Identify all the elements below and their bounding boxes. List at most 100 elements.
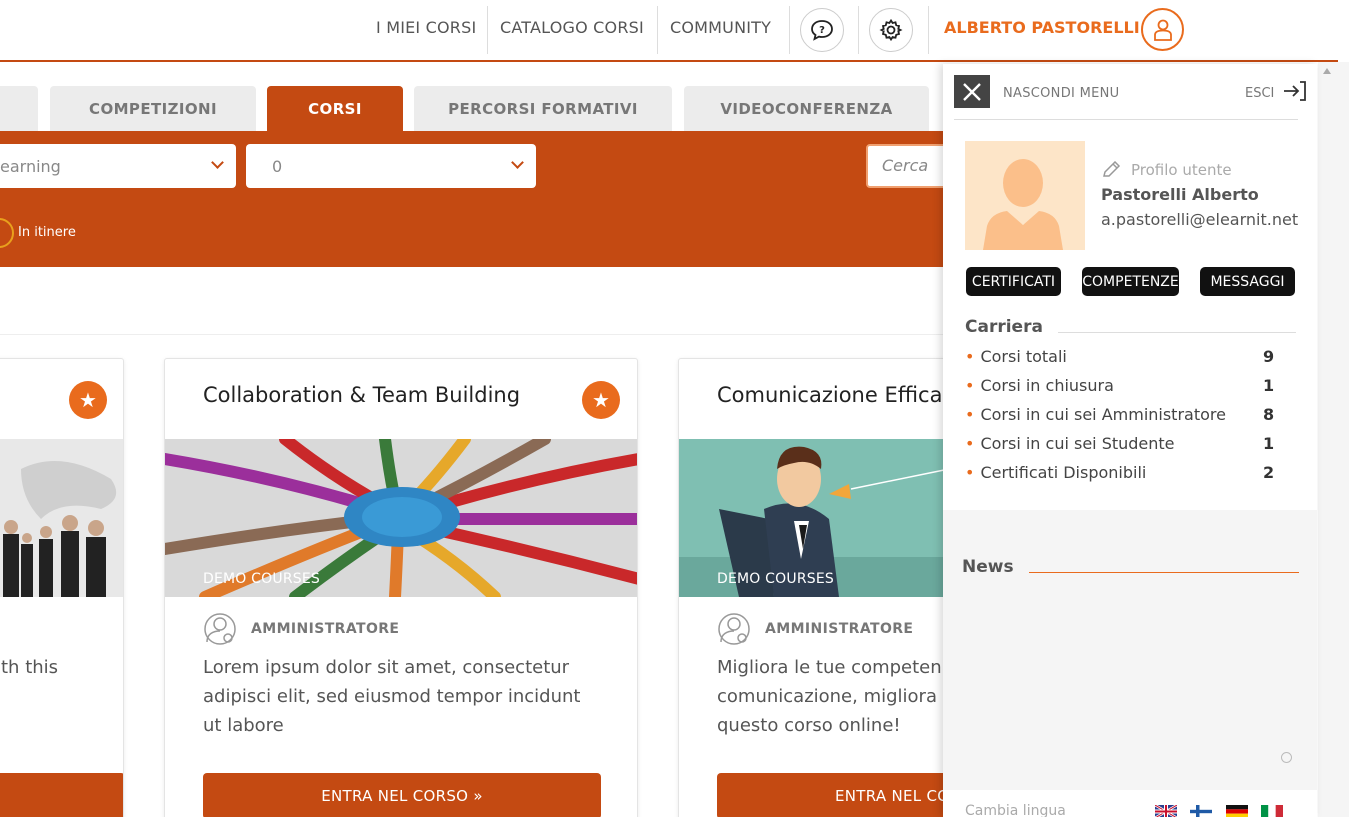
- bullet-icon: •: [965, 376, 975, 395]
- chevron-down-icon: [211, 156, 224, 169]
- nav-divider: [858, 6, 859, 54]
- nav-divider: [789, 6, 790, 54]
- finland-flag-icon[interactable]: [1190, 805, 1212, 817]
- category-select-value: earning: [0, 156, 61, 176]
- enter-course-button[interactable]: [0, 773, 123, 817]
- certificates-button[interactable]: CERTIFICATI: [966, 267, 1061, 296]
- year-select[interactable]: 0: [246, 144, 536, 188]
- divider: [1058, 332, 1296, 333]
- tab-hidden[interactable]: [0, 86, 38, 131]
- course-role: AMMINISTRATORE: [717, 612, 913, 646]
- nav-divider: [487, 6, 488, 54]
- bullet-icon: •: [965, 405, 975, 424]
- course-role-label: AMMINISTRATORE: [251, 621, 400, 637]
- messages-button[interactable]: MESSAGGI: [1200, 267, 1295, 296]
- course-card: ★ th this: [0, 358, 124, 817]
- course-category-caption: DEMO COURSES: [717, 571, 834, 587]
- admin-user-icon: [204, 613, 236, 645]
- hide-menu-link[interactable]: NASCONDI MENU: [1003, 86, 1119, 101]
- stat-value: 9: [1263, 347, 1275, 366]
- tab-courses[interactable]: CORSI: [267, 86, 403, 131]
- logout-link[interactable]: ESCI: [1245, 86, 1274, 101]
- stat-label: Corsi in cui sei Studente: [980, 434, 1175, 453]
- help-bubble-icon: ?: [811, 20, 833, 41]
- year-select-value: 0: [272, 156, 283, 176]
- stat-row: • Corsi totali 9: [965, 347, 1285, 366]
- course-title: Comunicazione Effica: [717, 383, 943, 407]
- stat-label: Corsi totali: [980, 347, 1067, 366]
- user-name-link[interactable]: ALBERTO PASTORELLI: [944, 18, 1140, 37]
- profile-link[interactable]: Profilo utente: [1101, 161, 1232, 179]
- tab-videoconference[interactable]: VIDEOCONFERENZA: [684, 86, 929, 131]
- page-scrollbar[interactable]: [1318, 62, 1349, 817]
- nav-community[interactable]: COMMUNITY: [670, 18, 771, 37]
- bullet-icon: •: [965, 347, 975, 366]
- divider: [1029, 572, 1299, 573]
- stat-value: 8: [1263, 405, 1275, 424]
- germany-flag-icon[interactable]: [1226, 805, 1248, 817]
- course-role-label: AMMINISTRATORE: [765, 621, 914, 637]
- course-image: DEMO COURSES: [165, 439, 637, 597]
- course-category-caption: DEMO COURSES: [203, 571, 320, 587]
- italy-flag-icon[interactable]: [1261, 805, 1283, 817]
- scroll-up-icon[interactable]: [1323, 68, 1331, 74]
- stat-row: • Certificati Disponibili 2: [965, 463, 1285, 482]
- course-description: Lorem ipsum dolor sit amet, consectetur …: [203, 657, 581, 736]
- uk-flag-icon[interactable]: [1155, 805, 1177, 817]
- divider: [954, 119, 1298, 120]
- pencil-icon: [1103, 161, 1121, 177]
- stat-label: Certificati Disponibili: [980, 463, 1147, 482]
- stat-value: 1: [1263, 434, 1275, 453]
- stat-label: Corsi in cui sei Amministratore: [980, 405, 1226, 424]
- stat-row: • Corsi in chiusura 1: [965, 376, 1285, 395]
- stat-row: • Corsi in cui sei Studente 1: [965, 434, 1285, 453]
- course-description: th this: [1, 657, 59, 678]
- bullet-icon: •: [965, 434, 975, 453]
- gear-icon: [879, 18, 903, 42]
- close-icon: [963, 82, 981, 101]
- profile-name: Pastorelli Alberto: [1101, 185, 1259, 204]
- close-menu-button[interactable]: [954, 75, 990, 108]
- nav-course-catalog[interactable]: CATALOGO CORSI: [500, 18, 644, 37]
- stat-value: 1: [1263, 376, 1275, 395]
- admin-user-icon: [718, 613, 750, 645]
- nav-divider: [657, 6, 658, 54]
- course-image: [0, 439, 123, 597]
- career-heading: Carriera: [965, 317, 1043, 337]
- tab-learning-paths[interactable]: PERCORSI FORMATIVI: [414, 86, 672, 131]
- help-button[interactable]: ?: [800, 8, 844, 52]
- favorite-star-icon[interactable]: ★: [69, 381, 107, 419]
- competencies-button[interactable]: COMPETENZE: [1082, 267, 1179, 296]
- avatar: [965, 141, 1085, 250]
- svg-text:?: ?: [819, 25, 825, 36]
- enter-course-button[interactable]: ENTRA NEL CORSO »: [203, 773, 601, 817]
- enter-course-label: ENTRA NEL CO: [835, 787, 950, 805]
- user-icon: [1153, 19, 1172, 41]
- bullet-icon: •: [965, 463, 975, 482]
- course-role: AMMINISTRATORE: [203, 612, 399, 646]
- news-heading: News: [962, 557, 1014, 577]
- chevron-down-icon: [511, 156, 524, 169]
- logout-icon[interactable]: [1283, 80, 1307, 102]
- top-navbar: I MIEI CORSI CATALOGO CORSI COMMUNITY ? …: [0, 0, 1338, 62]
- user-side-panel: NASCONDI MENU ESCI Profilo utente Pastor…: [943, 64, 1317, 817]
- profile-link-label: Profilo utente: [1131, 161, 1232, 179]
- change-language-label: Cambia lingua: [965, 803, 1066, 817]
- nav-my-courses[interactable]: I MIEI CORSI: [376, 18, 476, 37]
- profile-email: a.pastorelli@elearnit.net: [1101, 210, 1299, 229]
- stat-value: 2: [1263, 463, 1275, 482]
- status-label: In itinere: [18, 225, 76, 240]
- course-title: Collaboration & Team Building: [203, 383, 521, 407]
- stat-row: • Corsi in cui sei Amministratore 8: [965, 405, 1285, 424]
- news-pager-dot[interactable]: [1281, 752, 1292, 763]
- course-description: Migliora le tue competen comunicazione, …: [717, 657, 942, 736]
- course-card: Collaboration & Team Building ★ DEMO COU…: [164, 358, 638, 817]
- category-select[interactable]: earning: [0, 144, 236, 188]
- tab-competitions[interactable]: COMPETIZIONI: [50, 86, 256, 131]
- nav-divider: [928, 6, 929, 54]
- stat-label: Corsi in chiusura: [980, 376, 1114, 395]
- page: I MIEI CORSI CATALOGO CORSI COMMUNITY ? …: [0, 0, 1349, 817]
- user-menu-button[interactable]: [1141, 8, 1184, 51]
- settings-button[interactable]: [869, 8, 913, 52]
- favorite-star-icon[interactable]: ★: [582, 381, 620, 419]
